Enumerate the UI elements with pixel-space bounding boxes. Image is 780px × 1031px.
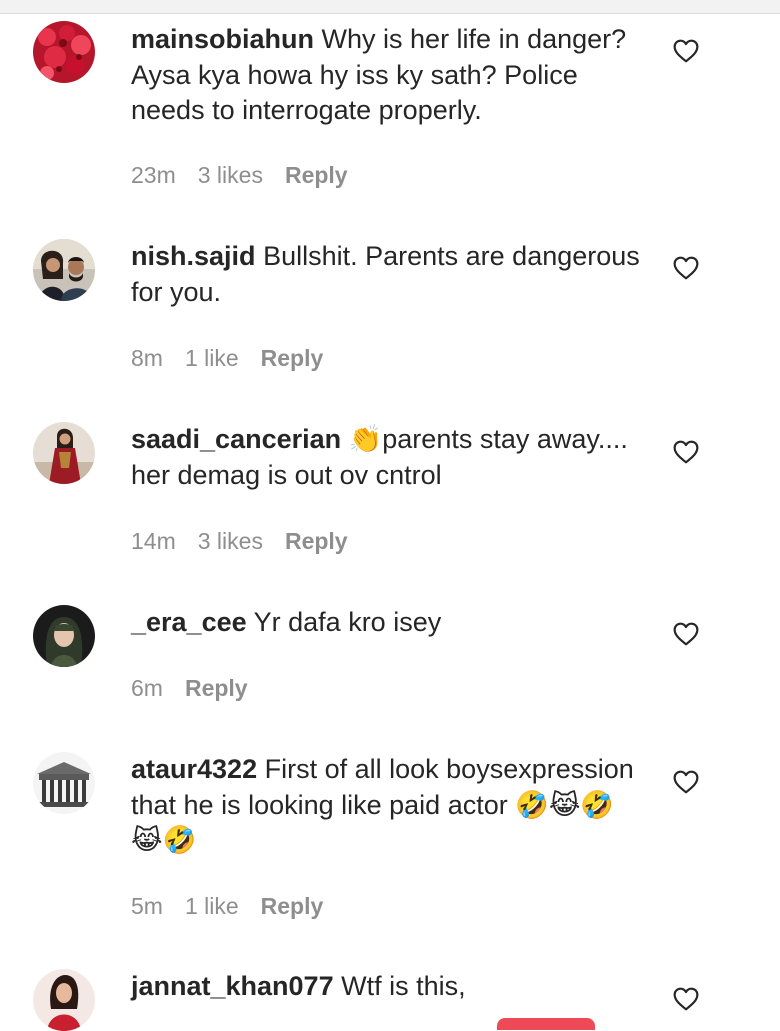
avatar[interactable] (33, 605, 95, 667)
heart-outline-icon[interactable] (673, 440, 699, 464)
comment-likes[interactable]: 1 like (185, 345, 239, 371)
comment-username[interactable]: nish.sajid (131, 241, 256, 271)
comment-body: nish.sajid Bullshit. Parents are dangero… (131, 239, 641, 310)
comment-meta: 6m Reply (131, 675, 270, 702)
comment-body: ataur4322 First of all look boysexpressi… (131, 752, 641, 859)
floating-action-pill[interactable] (497, 1018, 595, 1030)
avatar[interactable] (33, 239, 95, 301)
comment-username[interactable]: jannat_khan077 (131, 971, 334, 1001)
comment-likes[interactable]: 3 likes (198, 162, 263, 188)
avatar[interactable] (33, 21, 95, 83)
heart-outline-icon[interactable] (673, 770, 699, 794)
comment-time: 5m (131, 893, 163, 919)
comment-body: jannat_khan077 Wtf is this, (131, 969, 641, 1005)
heart-outline-icon[interactable] (673, 256, 699, 280)
comment-text: Wtf is this, (341, 971, 466, 1001)
comment-username[interactable]: ataur4322 (131, 754, 257, 784)
heart-outline-icon[interactable] (673, 622, 699, 646)
heart-outline-icon[interactable] (673, 39, 699, 63)
comment-time: 23m (131, 162, 176, 188)
heart-outline-icon[interactable] (673, 987, 699, 1011)
comment-likes[interactable]: 3 likes (198, 528, 263, 554)
reply-button[interactable]: Reply (285, 162, 348, 188)
comment-meta: 5m 1 like Reply (131, 893, 345, 920)
comment-likes[interactable]: 1 like (185, 893, 239, 919)
comment-time: 8m (131, 345, 163, 371)
comment-time: 14m (131, 528, 176, 554)
reply-button[interactable]: Reply (185, 675, 248, 701)
comment-username[interactable]: _era_cee (131, 607, 247, 637)
reply-button[interactable]: Reply (261, 345, 324, 371)
reply-button[interactable]: Reply (261, 893, 324, 919)
comment-meta: 8m 1 like Reply (131, 345, 345, 372)
comment-meta: 14m 3 likes Reply (131, 528, 370, 555)
comment-text: Yr dafa kro isey (253, 607, 442, 637)
comment-username[interactable]: saadi_cancerian (131, 424, 341, 454)
comment-meta: 23m 3 likes Reply (131, 162, 370, 189)
comment-body: _era_cee Yr dafa kro isey (131, 605, 641, 641)
avatar[interactable] (33, 752, 95, 814)
reply-button[interactable]: Reply (285, 528, 348, 554)
avatar[interactable] (33, 422, 95, 484)
comment-time: 6m (131, 675, 163, 701)
comment-username[interactable]: mainsobiahun (131, 24, 314, 54)
comment-body: saadi_cancerian 👏parents stay away.... h… (131, 422, 641, 493)
comment-body: mainsobiahun Why is her life in danger? … (131, 22, 641, 129)
top-divider (0, 0, 780, 14)
avatar[interactable] (33, 969, 95, 1031)
